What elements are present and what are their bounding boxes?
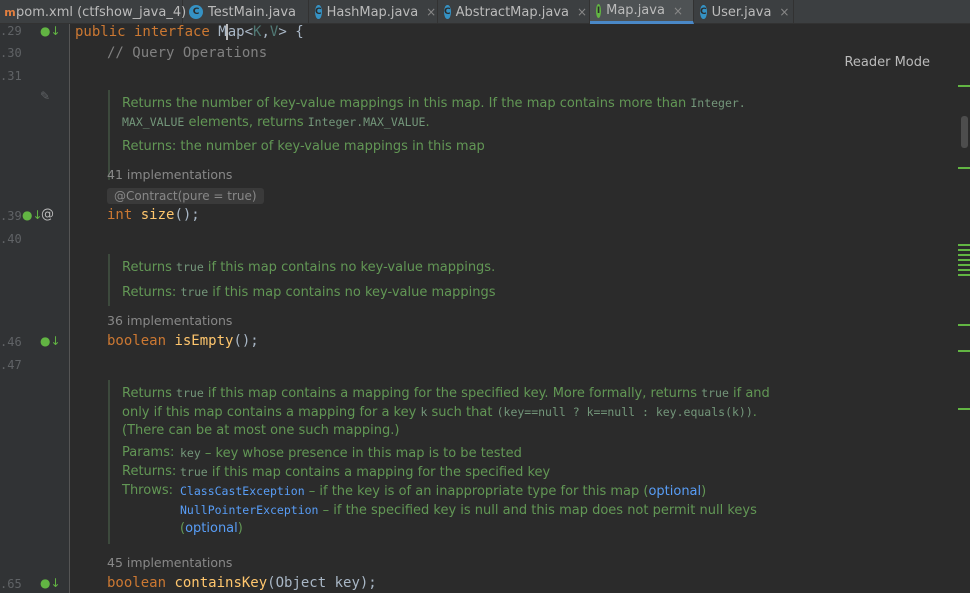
method-size[interactable]: int size(); <box>107 207 200 223</box>
implementations-link[interactable]: 45 implementations <box>107 555 232 570</box>
tab-map-java[interactable]: I Map.java × <box>590 0 694 24</box>
optional-link[interactable]: optional <box>185 521 238 536</box>
tab-testmain-java[interactable]: C TestMain.java <box>183 0 309 24</box>
implemented-icon[interactable]: ●↓ <box>40 576 61 590</box>
implementations-link[interactable]: 36 implementations <box>107 313 232 328</box>
implemented-icon[interactable]: ●↓ <box>40 334 61 348</box>
classcastexception-link[interactable]: ClassCastException <box>180 484 305 498</box>
tab-hashmap-java[interactable]: C HashMap.java × <box>309 0 438 24</box>
javadoc-isempty: Returns true if this map contains no key… <box>108 254 748 306</box>
editor-tab-bar: m pom.xml (ctfshow_java_4) C TestMain.ja… <box>0 0 970 24</box>
reader-mode-toggle[interactable]: Reader Mode <box>844 55 930 70</box>
annotation-icon[interactable]: @ <box>41 207 54 222</box>
close-icon[interactable]: × <box>779 5 789 19</box>
tab-label: Map.java <box>606 3 665 18</box>
interface-icon: I <box>596 3 602 18</box>
tab-label: AbstractMap.java <box>455 4 569 20</box>
interface-declaration[interactable]: public interface Map<K,V> { <box>75 24 304 40</box>
class-icon: C <box>700 5 707 19</box>
tab-pom-xml[interactable]: m pom.xml (ctfshow_java_4) <box>0 0 187 24</box>
scrollbar-thumb[interactable] <box>961 116 968 148</box>
xml-icon: m <box>4 5 16 19</box>
code-comment[interactable]: // Query Operations <box>107 45 267 61</box>
method-containskey[interactable]: boolean containsKey(Object key); <box>107 575 377 591</box>
tab-label: HashMap.java <box>326 4 419 20</box>
implementations-link[interactable]: 41 implementations <box>107 167 232 182</box>
line-number: .47 <box>0 358 22 372</box>
change-marker[interactable] <box>958 264 970 266</box>
nullpointerexception-link[interactable]: NullPointerException <box>180 503 318 517</box>
tab-label: User.java <box>711 4 772 20</box>
optional-link[interactable]: optional <box>648 484 701 499</box>
tab-abstractmap-java[interactable]: C AbstractMap.java × <box>438 0 590 24</box>
tab-user-java[interactable]: C User.java × <box>694 0 794 24</box>
line-number: .65 <box>0 577 22 591</box>
error-stripe[interactable] <box>956 24 970 593</box>
class-icon: C <box>189 5 203 19</box>
contract-annotation: @Contract(pure = true) <box>107 188 264 204</box>
line-number: .46 <box>0 335 22 349</box>
change-marker[interactable] <box>958 167 970 169</box>
change-marker[interactable] <box>958 274 970 276</box>
close-icon[interactable]: × <box>426 5 436 19</box>
code-editor[interactable]: public interface Map<K,V> { // Query Ope… <box>70 24 970 593</box>
javadoc-containskey: Returns true if this map contains a mapp… <box>108 380 788 544</box>
abstract-class-icon: C <box>444 5 451 19</box>
change-marker[interactable] <box>958 269 970 271</box>
change-marker[interactable] <box>958 249 970 251</box>
class-icon: C <box>315 5 322 19</box>
implemented-icon[interactable]: ●↓ <box>22 208 43 222</box>
change-marker[interactable] <box>958 259 970 261</box>
implemented-icon[interactable]: ●↓ <box>40 24 61 38</box>
change-marker[interactable] <box>958 408 970 410</box>
edit-doc-icon[interactable]: ✎ <box>40 89 50 103</box>
method-isempty[interactable]: boolean isEmpty(); <box>107 333 259 349</box>
editor-gutter[interactable]: .29 ●↓ .30 .31 ✎ .39 ●↓ @ .40 .46 ●↓ .47… <box>0 24 70 593</box>
change-marker[interactable] <box>958 85 970 87</box>
line-number: .29 <box>0 24 22 38</box>
line-number: .31 <box>0 69 22 83</box>
change-marker[interactable] <box>958 254 970 256</box>
line-number: .30 <box>0 46 22 60</box>
tab-label: TestMain.java <box>208 4 297 20</box>
close-icon[interactable]: × <box>577 5 587 19</box>
tab-label: pom.xml (ctfshow_java_4) <box>16 4 187 20</box>
change-marker[interactable] <box>958 350 970 352</box>
close-icon[interactable]: × <box>673 4 683 18</box>
change-marker[interactable] <box>958 244 970 246</box>
line-number: .40 <box>0 232 22 246</box>
line-number: .39 <box>0 209 22 223</box>
change-marker[interactable] <box>958 324 970 326</box>
